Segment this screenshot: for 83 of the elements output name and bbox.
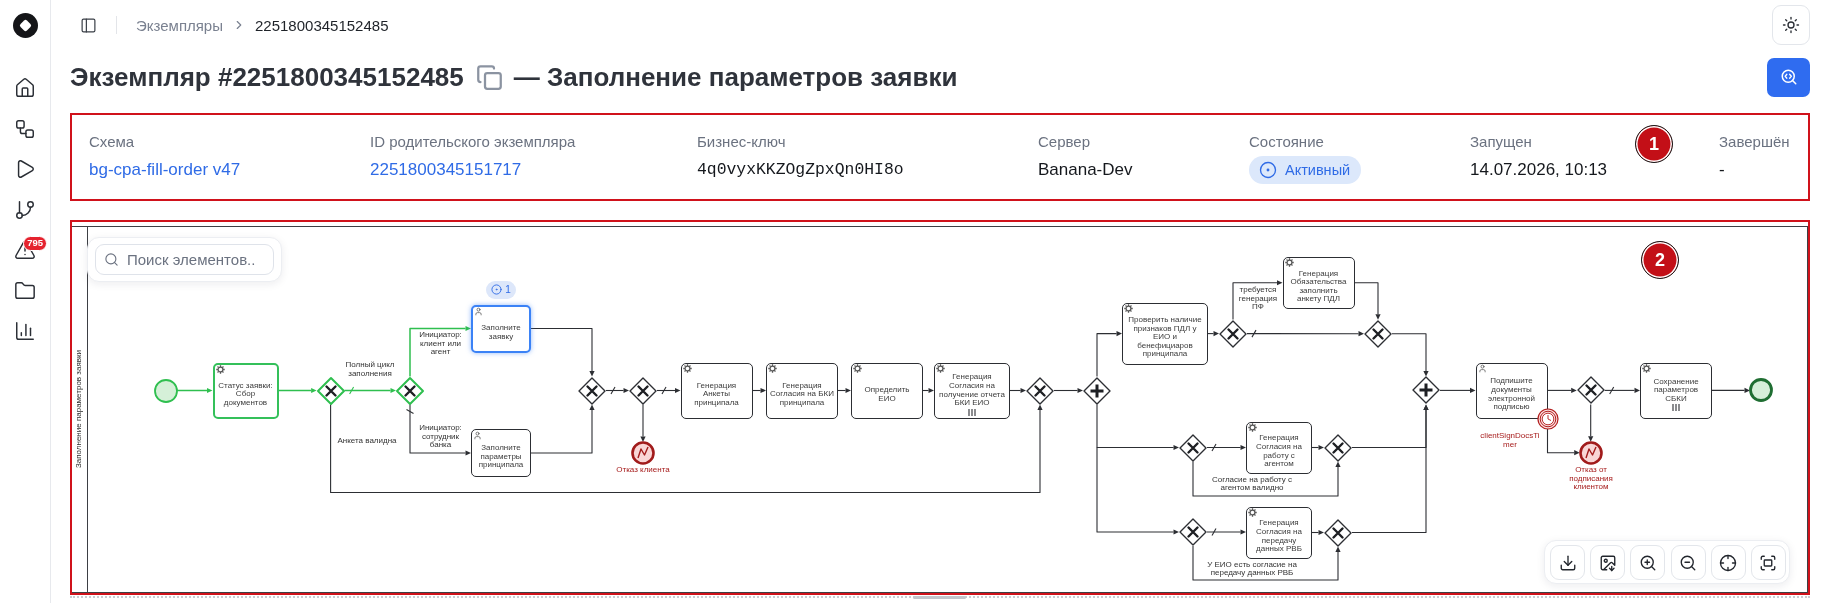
task-label: Заполните параметры принципала	[477, 444, 525, 470]
task-label: Генерация Согласия на работу с агентом	[1255, 434, 1303, 469]
copy-button[interactable]	[475, 63, 503, 91]
field-link[interactable]: 2251800345151717	[370, 159, 522, 181]
task-label: Заполните заявку	[480, 323, 522, 342]
task-label: Генерация Обязательства заполнить анкету ПДЛ	[1289, 269, 1348, 304]
field-label: Сервер	[1038, 132, 1090, 152]
search-code-icon	[1779, 68, 1798, 86]
folder-icon	[14, 279, 36, 302]
export-image-button[interactable]	[1590, 545, 1626, 580]
theme-toggle-button[interactable]	[1772, 5, 1810, 45]
flow-label: требуется генерация ПФ	[1237, 286, 1279, 312]
lane-label: Заполнение параметров заявки	[74, 350, 84, 469]
task-label: Генерация Анкеты принципала	[693, 381, 740, 408]
field-label: Запущен	[1470, 132, 1532, 152]
multi-instance-icon	[1672, 404, 1680, 412]
task-label: Определить ЕИО	[863, 385, 911, 404]
breadcrumb-link[interactable]: Экземпляры	[136, 16, 223, 34]
field-value: 14.07.2026, 10:13	[1470, 159, 1608, 181]
field-label: Схема	[89, 132, 135, 152]
zoom-out-icon	[1679, 553, 1698, 572]
workflow-icon	[14, 117, 36, 140]
field-label: Состояние	[1249, 132, 1324, 152]
flow-label: Инициатор: сотрудник банка	[418, 424, 463, 450]
zoom-in-icon	[1638, 553, 1657, 572]
field-label: Бизнес-ключ	[697, 132, 786, 152]
field-label: ID родительского экземпляра	[370, 132, 576, 152]
center-button[interactable]	[1710, 545, 1746, 580]
flow-label: Согласие на работу с агентом валидно	[1210, 475, 1293, 493]
flow-label: Полный цикл заполнения	[345, 361, 395, 379]
inspect-button[interactable]	[1767, 57, 1810, 97]
image-download-icon	[1598, 553, 1617, 572]
task-label: Статус заявки: Сбор документов	[217, 381, 274, 408]
sidebar-button[interactable]: 795	[5, 230, 45, 271]
house-icon	[14, 77, 36, 100]
branch-icon	[14, 198, 36, 221]
field-label: Завершён	[1719, 132, 1790, 152]
user-icon	[1477, 364, 1487, 373]
annotation-marker: 1	[1635, 125, 1673, 163]
search-field[interactable]: Поиск элементов..	[95, 244, 274, 275]
task-label: Проверить наличие признаков ПДЛ у ЕИО и бенефициаров принципала	[1127, 316, 1203, 360]
crosshair-icon	[1719, 553, 1738, 572]
user-icon	[474, 307, 483, 316]
app-logo[interactable]	[12, 12, 38, 38]
event-label: Отказ клиента	[615, 466, 671, 475]
notification-count: 795	[23, 236, 47, 251]
breadcrumb-current: 2251800345152485	[255, 16, 389, 34]
zoom-out-button[interactable]	[1670, 545, 1706, 580]
fit-button[interactable]	[1750, 545, 1786, 580]
task-label: Генерация Согласия на получение отчета БКИ ЕИО	[938, 373, 1006, 408]
field-value: -	[1719, 159, 1725, 181]
download-button[interactable]	[1550, 545, 1585, 580]
flow-label: Анкета валидна	[336, 437, 398, 446]
task-label: Подпишите документы электронной подписью	[1487, 377, 1536, 412]
flow-label: У ЕИО есть согласие на передачу данных РВБ	[1206, 560, 1298, 578]
token-icon	[491, 284, 503, 295]
user-icon	[473, 430, 482, 440]
task-label: Генерация Согласия на передачу данных РВБ	[1255, 519, 1303, 554]
annotation-marker: 2	[1641, 241, 1679, 279]
field-value: 4q0vyxKKZOgZpxQn0HI8o	[697, 159, 904, 181]
task-label: Генерация Согласия на БКИ принципала	[770, 381, 834, 408]
multi-instance-icon	[968, 408, 976, 416]
gear-icon	[215, 365, 225, 374]
event-label: clientSignDocsTimer	[1479, 432, 1541, 450]
search-icon	[104, 251, 119, 267]
field-link[interactable]: bg-cpa-fill-order v47	[89, 159, 241, 181]
status-icon	[1259, 161, 1277, 179]
task-label: Сохранение параметров СБКИ	[1652, 377, 1700, 404]
process-title: — Заполнение параметров заявки	[513, 61, 958, 93]
panel-icon	[79, 16, 97, 34]
download-icon	[1558, 553, 1577, 572]
sun-icon	[1782, 16, 1800, 34]
token-count: 1	[505, 283, 511, 296]
field-value: Banana-Dev	[1038, 159, 1133, 181]
fit-screen-icon	[1759, 553, 1778, 572]
flow-label: Инициатор: клиент или агент	[418, 331, 463, 357]
bar-chart-icon	[14, 320, 36, 343]
scrollbar-thumb[interactable]	[913, 596, 966, 599]
copy-icon	[475, 63, 503, 91]
event-label: Отказ от подписания клиентом	[1568, 466, 1614, 492]
zoom-in-button[interactable]	[1630, 545, 1666, 580]
instance-title: Экземпляр #2251800345152485	[70, 61, 464, 93]
status-text: Активный	[1285, 162, 1351, 178]
